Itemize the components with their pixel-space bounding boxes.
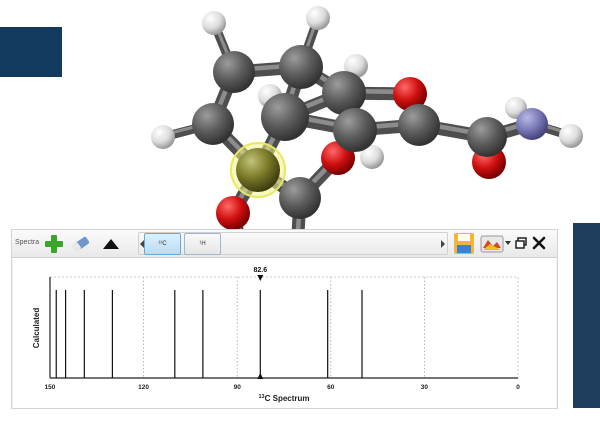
carbon-atom[interactable] bbox=[192, 103, 234, 145]
x-tick-label: 150 bbox=[45, 384, 56, 391]
triangle-up-icon[interactable] bbox=[101, 235, 121, 253]
plot-frame bbox=[49, 276, 519, 379]
nitrogen-atom[interactable] bbox=[516, 108, 548, 140]
carbon-atom[interactable] bbox=[322, 71, 366, 115]
x-axis-label: 13C Spectrum bbox=[258, 394, 309, 403]
chart-grid bbox=[143, 277, 425, 378]
eraser-icon[interactable] bbox=[70, 234, 92, 254]
x-tick-label: 0 bbox=[516, 384, 520, 391]
oxygen-atom[interactable] bbox=[216, 196, 250, 230]
x-tick-label: 120 bbox=[138, 384, 149, 391]
color-scheme-icon[interactable] bbox=[480, 235, 504, 253]
hydrogen-atom[interactable] bbox=[151, 125, 175, 149]
spectrum-peaks bbox=[55, 290, 363, 378]
carbon-atom[interactable] bbox=[279, 45, 323, 89]
c13-spectrum-chart[interactable]: 150 120 90 60 30 0 82.6 Calculated 13C Spectr… bbox=[13, 258, 556, 408]
tab-13c[interactable]: ¹³C bbox=[144, 233, 181, 255]
carbon-atom[interactable] bbox=[261, 93, 309, 141]
hydrogen-atom[interactable] bbox=[559, 124, 583, 148]
x-tick-label: 30 bbox=[421, 384, 429, 391]
spectrum-panel: Spectra ¹³C ¹H 150 120 90 60 30 0 82.6 C… bbox=[11, 229, 558, 409]
add-icon[interactable] bbox=[44, 234, 64, 254]
y-axis-label: Calculated bbox=[32, 308, 41, 349]
carbon-atom[interactable] bbox=[398, 104, 440, 146]
x-tick-label: 60 bbox=[327, 384, 335, 391]
restore-window-icon[interactable] bbox=[515, 237, 527, 249]
dropdown-icon[interactable] bbox=[505, 240, 511, 246]
close-icon[interactable] bbox=[532, 236, 546, 250]
carbon-atom[interactable] bbox=[333, 108, 377, 152]
spectrum-toolbar: Spectra ¹³C ¹H bbox=[12, 230, 557, 258]
carbon-atom[interactable] bbox=[467, 117, 507, 157]
hydrogen-atom[interactable] bbox=[306, 6, 330, 30]
x-axis-label-text: C Spectrum bbox=[265, 394, 310, 403]
selected-peak-label: 82.6 bbox=[253, 267, 267, 274]
spectra-label: Spectra bbox=[15, 239, 40, 246]
hydrogen-atom[interactable] bbox=[202, 11, 226, 35]
sulfur-atom[interactable] bbox=[236, 148, 280, 192]
scroll-right-icon[interactable] bbox=[440, 238, 446, 250]
carbon-atom[interactable] bbox=[213, 51, 255, 93]
selected-peak-top-marker bbox=[257, 275, 264, 281]
spectrum-plot-area[interactable]: 150 120 90 60 30 0 82.6 Calculated 13C Spectr… bbox=[13, 258, 556, 408]
carbon-atom[interactable] bbox=[279, 177, 321, 219]
tab-1h[interactable]: ¹H bbox=[184, 233, 221, 255]
selected-peak-axis-marker bbox=[257, 373, 264, 379]
save-icon[interactable] bbox=[453, 232, 475, 255]
x-tick-label: 90 bbox=[234, 384, 242, 391]
x-axis-ticks: 150 120 90 60 30 0 bbox=[45, 384, 521, 391]
